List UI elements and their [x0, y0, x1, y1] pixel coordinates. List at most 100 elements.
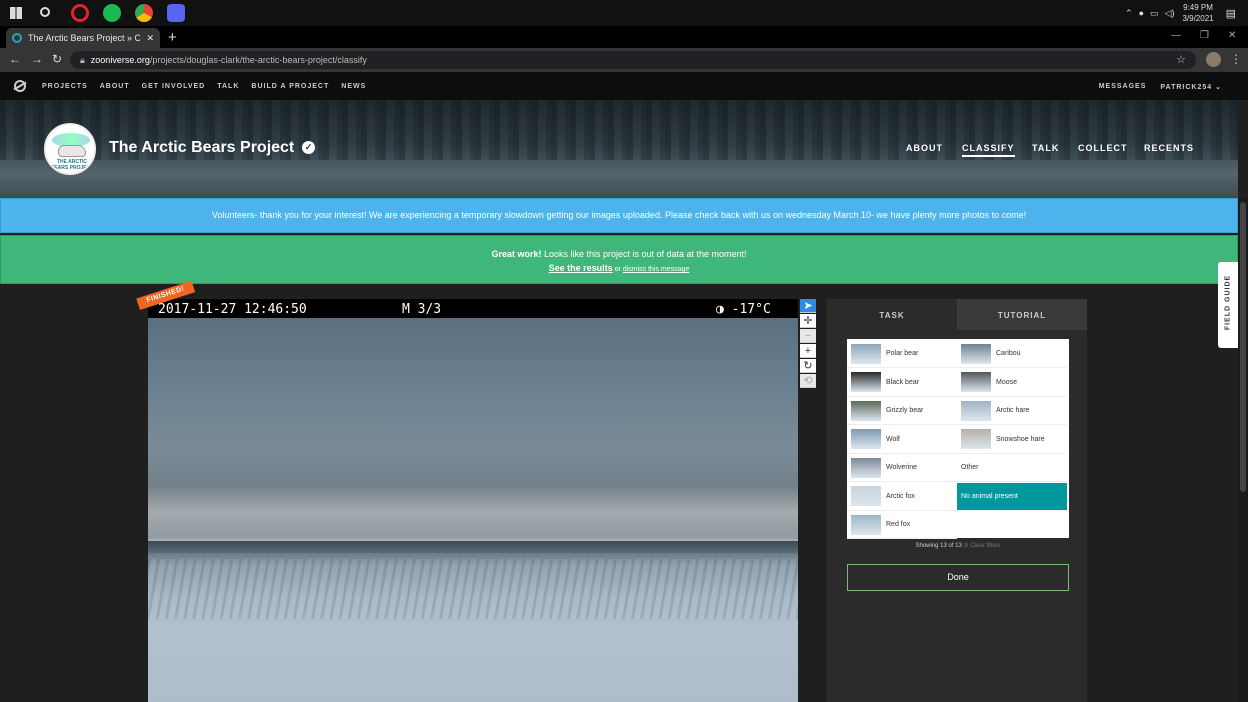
clear-filters-button[interactable]: ⊘ Clear filters: [964, 543, 1001, 549]
rotate-icon[interactable]: ↻: [800, 359, 816, 373]
new-tab-button[interactable]: +: [168, 29, 177, 46]
choice-arctic-hare[interactable]: Arctic hare: [957, 397, 1067, 425]
restore-icon[interactable]: ❐: [1200, 30, 1209, 41]
choice-thumbnail: [961, 429, 991, 449]
verified-check-icon: ✓: [302, 141, 315, 154]
profile-avatar[interactable]: [1206, 52, 1221, 67]
subject-image[interactable]: [148, 299, 798, 702]
camera-timestamp: 2017-11-27 12:46:50: [158, 302, 307, 317]
zoom-out-icon[interactable]: −: [800, 329, 816, 343]
clock-time: 9:49 PM: [1183, 3, 1213, 12]
project-nav-about[interactable]: ABOUT: [906, 143, 943, 153]
task-panel: TASK TUTORIAL Polar bear Caribou Black bea…: [827, 299, 1087, 702]
close-tab-icon[interactable]: ✕: [146, 33, 154, 44]
user-menu[interactable]: PATRICK254 ⌄: [1160, 83, 1222, 91]
choice-black-bear[interactable]: Black bear: [847, 369, 957, 397]
site-nav-news[interactable]: NEWS: [341, 83, 366, 90]
dismiss-message-link[interactable]: dismiss this message: [623, 266, 690, 273]
minimize-icon[interactable]: —: [1171, 30, 1181, 41]
reload-icon[interactable]: ↻: [52, 52, 62, 66]
choice-wolverine[interactable]: Wolverine: [847, 454, 957, 482]
bookmark-star-icon[interactable]: ☆: [1176, 53, 1186, 66]
choice-thumbnail: [851, 372, 881, 392]
opera-icon[interactable]: [71, 4, 89, 22]
choice-thumbnail: [851, 514, 881, 535]
browser-menu-icon[interactable]: ⋮: [1230, 52, 1242, 66]
announcement-text: Volunteers- thank you for your interest!…: [211, 210, 1027, 220]
project-nav-classify[interactable]: CLASSIFY: [962, 143, 1015, 157]
chevron-down-icon: ⌄: [1215, 84, 1222, 91]
choice-caribou[interactable]: Caribou: [957, 340, 1067, 368]
choice-grizzly-bear[interactable]: Grizzly bear: [847, 397, 957, 425]
address-bar[interactable]: 🔒︎ zooniverse.org/projects/douglas-clark…: [70, 51, 1196, 69]
browser-tab[interactable]: The Arctic Bears Project » Classify ✕: [6, 28, 160, 48]
image-toolbar: ➤ ✛ − + ↻ ⟲: [800, 299, 816, 389]
choice-label: No animal present: [961, 492, 1018, 500]
pointer-icon[interactable]: ➤: [800, 299, 816, 313]
choice-label: Arctic hare: [996, 407, 1030, 414]
site-nav-build-a-project[interactable]: BUILD A PROJECT: [251, 83, 329, 90]
choice-label: Black bear: [886, 378, 920, 386]
project-nav-recents[interactable]: RECENTS: [1144, 143, 1194, 153]
spotify-icon[interactable]: [103, 4, 121, 22]
chevron-up-icon[interactable]: ⌃: [1125, 8, 1133, 19]
showing-text: Showing 13 of 13: [915, 543, 962, 549]
move-icon[interactable]: ✛: [800, 314, 816, 328]
choice-other[interactable]: Other: [957, 454, 1067, 482]
choice-polar-bear[interactable]: Polar bear: [847, 340, 957, 368]
notifications-icon[interactable]: ▤: [1226, 7, 1236, 20]
see-results-link[interactable]: See the results: [549, 263, 613, 273]
choice-snowshoe-hare[interactable]: Snowshoe hare: [957, 426, 1067, 454]
choice-red-fox[interactable]: Red fox: [847, 511, 957, 539]
zooniverse-logo-icon[interactable]: [14, 80, 26, 92]
network-icon[interactable]: ▭: [1150, 8, 1159, 19]
choice-thumbnail: [851, 429, 881, 449]
choice-no-animal-present[interactable]: No animal present: [957, 482, 1067, 511]
reset-icon[interactable]: ⟲: [800, 374, 816, 388]
url-host: zooniverse.org: [90, 55, 150, 65]
back-icon[interactable]: ←: [9, 52, 21, 66]
tundra-ground: [148, 559, 798, 619]
choice-moose[interactable]: Moose: [957, 369, 1067, 397]
project-title[interactable]: The Arctic Bears Project: [109, 139, 294, 157]
scrollbar-thumb[interactable]: [1240, 202, 1246, 492]
tab-tutorial[interactable]: TUTORIAL: [957, 299, 1087, 330]
choice-thumbnail: [851, 486, 881, 506]
showing-count: Showing 13 of 13 ⊘ Clear filters: [847, 542, 1069, 549]
camera-info-bar: 2017-11-27 12:46:50 M 3/3 ◑ -17°C: [148, 299, 798, 318]
site-nav-get-involved[interactable]: GET INVOLVED: [142, 83, 206, 90]
page-scrollbar[interactable]: [1238, 198, 1248, 702]
project-nav-talk[interactable]: TALK: [1032, 143, 1059, 153]
chrome-icon[interactable]: [135, 4, 153, 22]
browser-tab-strip: The Arctic Bears Project » Classify ✕ + …: [0, 26, 1248, 48]
volume-icon[interactable]: ◁): [1165, 8, 1175, 19]
messages-link[interactable]: MESSAGES: [1099, 83, 1147, 91]
choice-wolf[interactable]: Wolf: [847, 426, 957, 454]
great-work-text: Great work!: [491, 249, 542, 259]
project-nav-collect[interactable]: COLLECT: [1078, 143, 1128, 153]
search-icon[interactable]: [40, 7, 50, 17]
choice-thumbnail: [851, 400, 881, 421]
tree-line: [148, 541, 798, 553]
tab-task[interactable]: TASK: [827, 299, 957, 330]
choice-thumbnail: [961, 400, 991, 421]
project-avatar[interactable]: THE ARCTIC BEARS PROJECT: [44, 123, 96, 175]
zooniverse-favicon-icon: [12, 33, 22, 43]
choice-label: Wolverine: [886, 464, 917, 471]
forward-icon[interactable]: →: [31, 52, 43, 66]
site-nav-talk[interactable]: TALK: [217, 83, 239, 90]
zoom-in-icon[interactable]: +: [800, 344, 816, 358]
site-nav-about[interactable]: ABOUT: [100, 83, 130, 90]
camera-temperature: ◑ -17°C: [716, 302, 771, 317]
discord-icon[interactable]: [167, 4, 185, 22]
polar-bear-icon: [58, 145, 86, 157]
close-window-icon[interactable]: ✕: [1228, 30, 1236, 41]
windows-icon[interactable]: [10, 7, 22, 19]
field-guide-tab[interactable]: FIELD GUIDE: [1218, 262, 1238, 348]
microphone-icon[interactable]: ●: [1139, 8, 1144, 18]
clock[interactable]: 9:49 PM 3/9/2021: [1182, 2, 1213, 24]
done-button[interactable]: Done: [847, 564, 1069, 591]
choice-label: Red fox: [886, 521, 911, 528]
choice-arctic-fox[interactable]: Arctic fox: [847, 483, 957, 511]
site-nav-projects[interactable]: PROJECTS: [42, 83, 88, 90]
